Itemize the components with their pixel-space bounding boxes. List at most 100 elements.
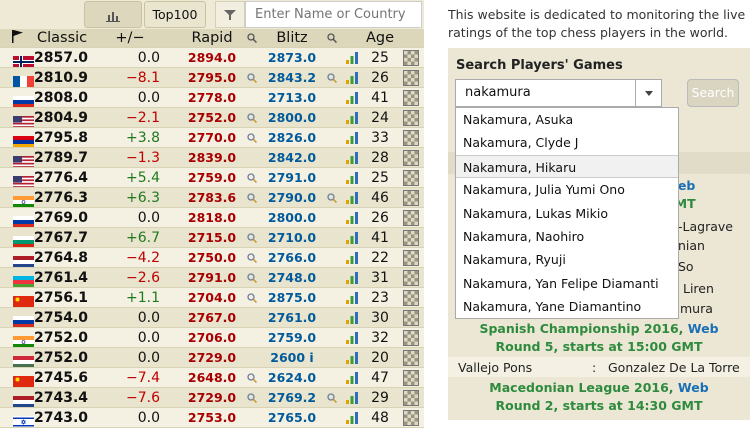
rapid-games-search[interactable] [242,127,262,148]
games-board-cell[interactable] [398,327,424,348]
rapid-games-search[interactable] [242,187,262,208]
blitz-games-search[interactable] [322,67,342,88]
rapid-games-search[interactable] [242,387,262,408]
event-web-link[interactable]: Web [688,321,719,336]
games-search-button[interactable]: Search [687,79,739,107]
table-row[interactable]: 2857.0 0.0 2894.0 2873.0 25 [0,47,424,68]
search-icon [327,392,337,403]
games-board-cell[interactable] [398,347,424,368]
rating-chart-icon [346,411,358,424]
suggestion-item[interactable]: Nakamura, Lukas Mikio [456,202,678,225]
rating-chart-cell[interactable] [342,227,362,248]
games-board-cell[interactable] [398,107,424,128]
rating-chart-cell[interactable] [342,267,362,288]
table-row[interactable]: 2767.7 +6.7 2715.0 2710.0 41 [0,227,424,248]
games-board-cell[interactable] [398,247,424,268]
rapid-games-search[interactable] [242,247,262,268]
table-row[interactable]: 2776.4 +5.4 2759.0 2791.0 25 [0,167,424,188]
rating-chart-cell[interactable] [342,47,362,68]
table-row[interactable]: 2743.4 −7.6 2729.0 2769.2 29 [0,387,424,408]
rapid-games-search[interactable] [242,107,262,128]
games-board-cell[interactable] [398,167,424,188]
rating-chart-cell[interactable] [342,387,362,408]
filter-button[interactable] [215,1,245,28]
top100-button[interactable]: Top100 [144,1,206,28]
header-rapid-search[interactable] [242,29,262,48]
rating-chart-cell[interactable] [342,367,362,388]
name-country-search-input[interactable] [245,1,422,28]
rapid-games-search[interactable] [242,167,262,188]
player-dropdown-button[interactable] [635,79,662,107]
games-board-cell[interactable] [398,47,424,68]
games-board-cell[interactable] [398,267,424,288]
games-board-cell[interactable] [398,87,424,108]
suggestion-item[interactable]: Nakamura, Asuka [456,108,678,131]
header-change[interactable]: +/− [100,29,160,48]
games-board-cell[interactable] [398,407,424,428]
games-board-cell[interactable] [398,207,424,228]
blitz-games-search[interactable] [322,187,342,208]
table-row[interactable]: 2743.0 0.0 2753.0 2765.0 48 [0,407,424,428]
table-row[interactable]: 2761.4 −2.6 2791.0 2748.0 31 [0,267,424,288]
table-row[interactable]: 2745.6 −7.4 2648.0 2624.0 47 [0,367,424,388]
flag-cell [0,267,34,288]
rating-chart-cell[interactable] [342,287,362,308]
event-macedonian-league: Macedonian League 2016, Web [489,380,709,395]
games-board-cell[interactable] [398,147,424,168]
rating-chart-cell[interactable] [342,327,362,348]
rapid-games-search[interactable] [242,227,262,248]
games-board-cell[interactable] [398,187,424,208]
table-row[interactable]: 2804.9 −2.1 2752.0 2800.0 24 [0,107,424,128]
games-board-cell[interactable] [398,287,424,308]
rapid-games-search[interactable] [242,267,262,288]
games-board-cell[interactable] [398,127,424,148]
table-row[interactable]: 2754.0 0.0 2767.0 2761.0 30 [0,307,424,328]
rating-chart-cell[interactable] [342,207,362,228]
rating-chart-cell[interactable] [342,127,362,148]
blitz-games-search[interactable] [322,387,342,408]
table-row[interactable]: 2810.9 −8.1 2795.0 2843.2 26 [0,67,424,88]
header-blitz[interactable]: Blitz [262,29,322,48]
games-board-cell[interactable] [398,307,424,328]
rating-chart-cell[interactable] [342,147,362,168]
rating-chart-cell[interactable] [342,107,362,128]
header-age[interactable]: Age [362,29,398,48]
table-row[interactable]: 2752.0 0.0 2729.0 2600 i 20 [0,347,424,368]
header-classic[interactable]: Classic [34,29,100,48]
table-row[interactable]: 2776.3 +6.3 2783.6 2790.0 46 [0,187,424,208]
suggestion-item[interactable]: Nakamura, Hikaru [456,154,678,179]
rating-chart-cell[interactable] [342,407,362,428]
suggestion-item[interactable]: Nakamura, Julia Yumi Ono [456,178,678,201]
rating-chart-cell[interactable] [342,87,362,108]
table-row[interactable]: 2756.1 +1.1 2704.0 2875.0 23 [0,287,424,308]
player-games-input[interactable]: nakamura [455,79,635,107]
suggestion-item[interactable]: Nakamura, Yane Diamantino [456,295,678,318]
games-board-cell[interactable] [398,387,424,408]
suggestion-item[interactable]: Nakamura, Ryuji [456,248,678,271]
games-board-cell[interactable] [398,367,424,388]
rating-chart-cell[interactable] [342,307,362,328]
rating-chart-cell[interactable] [342,167,362,188]
header-rapid[interactable]: Rapid [182,29,242,48]
rating-chart-cell[interactable] [342,247,362,268]
rapid-games-search[interactable] [242,367,262,388]
rapid-games-search[interactable] [242,67,262,88]
games-board-cell[interactable] [398,227,424,248]
suggestion-item[interactable]: Nakamura, Clyde J [456,131,678,154]
chart-view-button[interactable] [84,1,142,28]
header-blitz-search[interactable] [322,29,342,48]
suggestion-item[interactable]: Nakamura, Naohiro [456,225,678,248]
games-board-cell[interactable] [398,67,424,88]
rating-chart-cell[interactable] [342,67,362,88]
table-row[interactable]: 2769.0 0.0 2818.0 2800.0 26 [0,207,424,228]
table-row[interactable]: 2789.7 −1.3 2839.0 2842.0 28 [0,147,424,168]
table-row[interactable]: 2808.0 0.0 2778.0 2713.0 41 [0,87,424,108]
table-row[interactable]: 2795.8 +3.8 2770.0 2826.0 33 [0,127,424,148]
table-row[interactable]: 2752.0 0.0 2706.0 2759.0 32 [0,327,424,348]
rating-chart-cell[interactable] [342,187,362,208]
table-row[interactable]: 2764.8 −4.2 2750.0 2766.0 22 [0,247,424,268]
suggestion-item[interactable]: Nakamura, Yan Felipe Diamanti [456,272,678,295]
event-web-link[interactable]: Web [678,380,709,395]
rapid-games-search[interactable] [242,287,262,308]
rating-chart-cell[interactable] [342,347,362,368]
